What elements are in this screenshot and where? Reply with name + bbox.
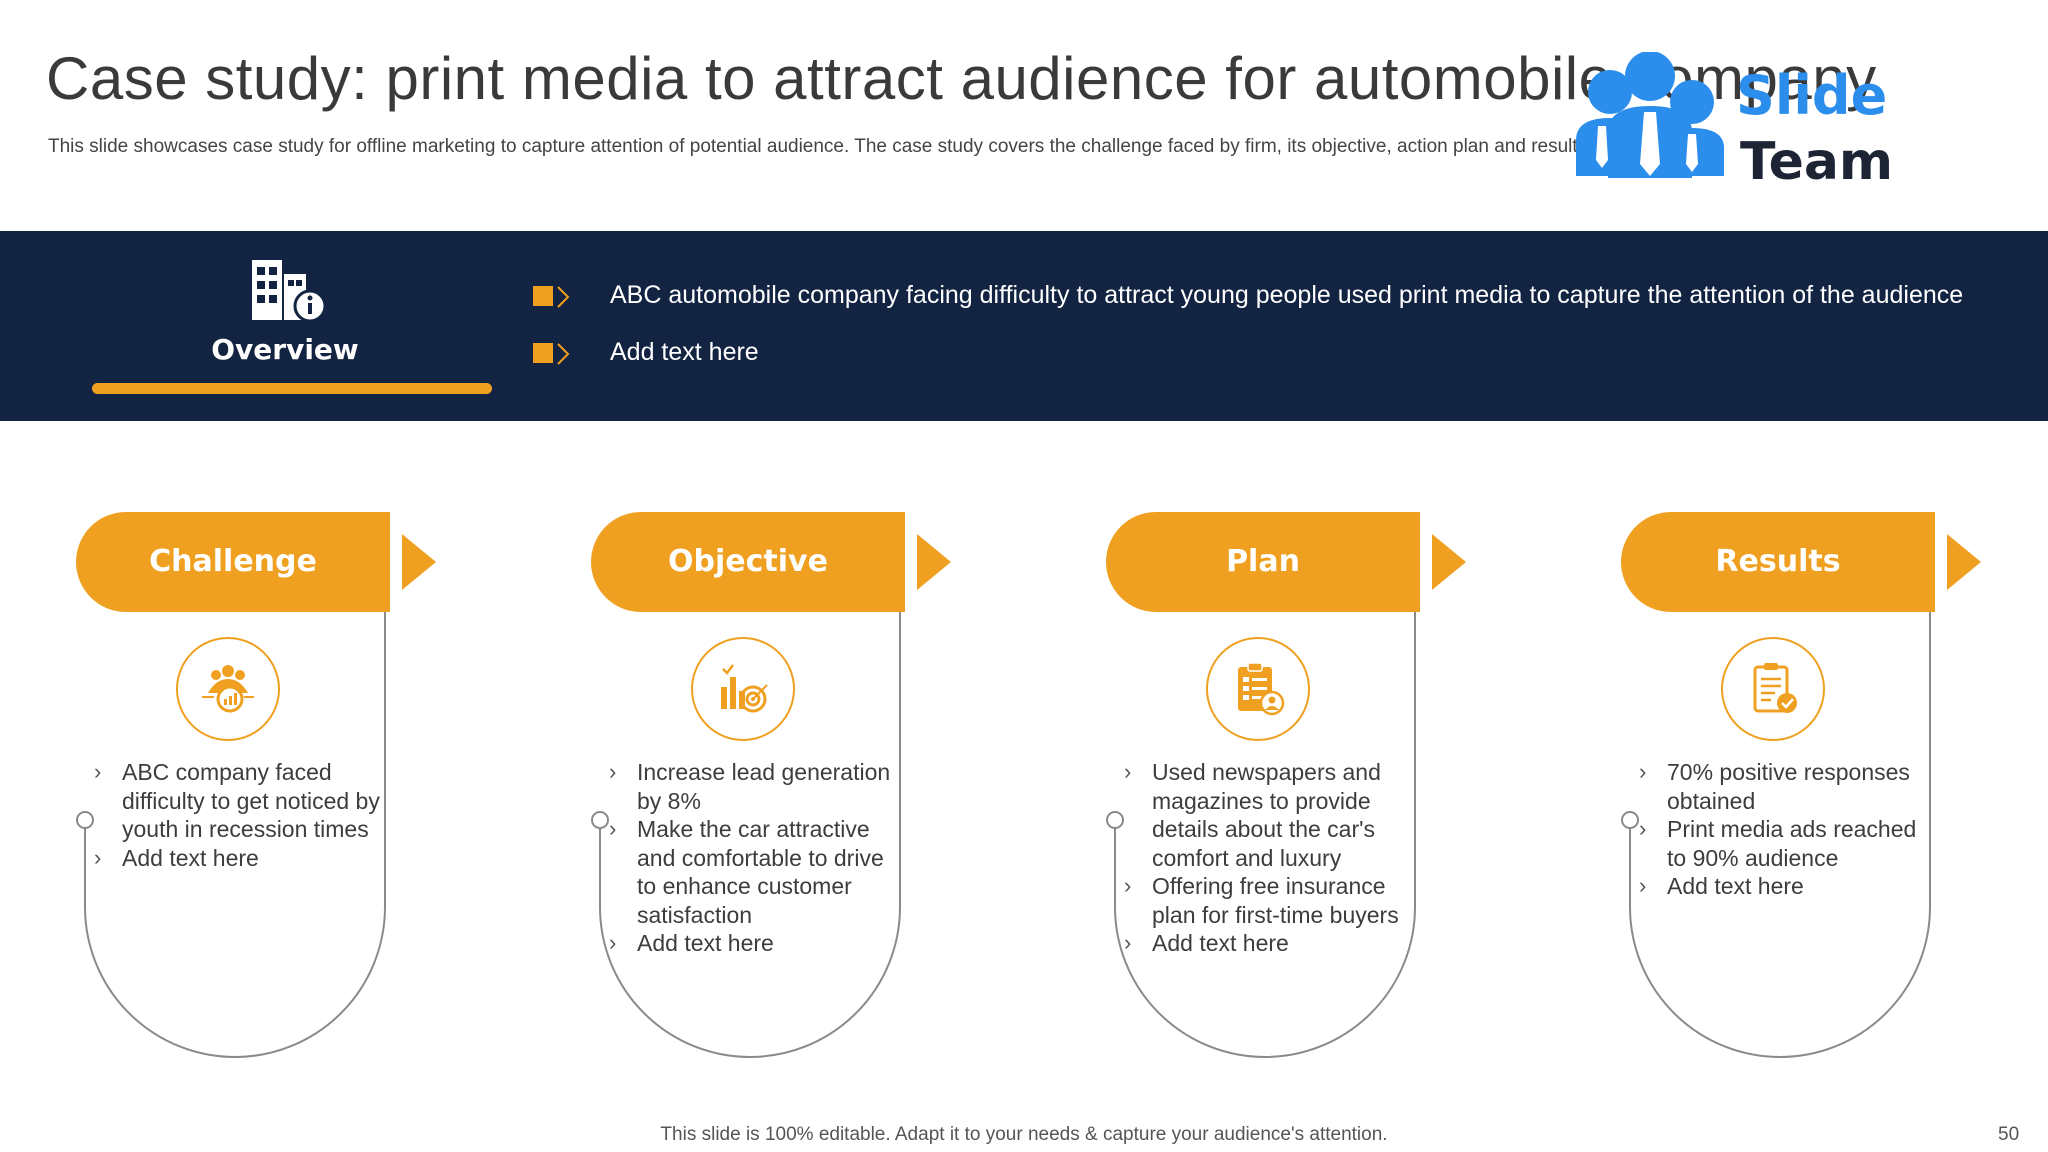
card-challenge: Challenge ABC company faced difficulty t… [64,512,436,1058]
card-icon-circle [691,637,795,741]
card-header: Plan [1106,512,1420,612]
card-bullet: 70% positive responses obtained [1634,758,1934,815]
card-bullet: Add text here [604,929,904,958]
clipboard-user-icon [1238,662,1285,716]
card-plan: Plan Used newspapers and magazines to pr… [1094,512,1466,1058]
card-title: Challenge [149,544,317,579]
card-bullet: Add text here [1634,872,1934,901]
page-number: 50 [1998,1124,2020,1145]
chart-target-icon [721,664,768,713]
bullet-square-icon [533,286,553,306]
card-bullet: Print media ads reached to 90% audience [1634,815,1934,872]
overview-bullet-text: Add text here [610,338,759,366]
card-header: Objective [591,512,905,612]
card-icon-circle [176,637,280,741]
slideteam-logo: Slide Team [1568,51,1898,192]
card-bullet: Make the car attractive and comfortable … [604,815,904,929]
overview-bullet: ABC automobile company facing difficulty… [530,281,2030,311]
card-bullet-text: Increase lead generation by 8% [637,759,891,814]
overview-bullet-text: ABC automobile company facing difficulty… [610,281,1964,309]
card-bullet: Offering free insurance plan for first-t… [1119,872,1419,929]
card-bullet: Add text here [1119,929,1419,958]
card-icon-circle [1721,637,1825,741]
card-title: Plan [1226,544,1300,579]
card-icon-circle [1206,637,1310,741]
people-logo-icon [1576,51,1724,178]
chevron-right-icon [557,343,570,365]
card-header: Results [1621,512,1935,612]
arrow-right-icon [917,534,951,590]
card-bullets: Increase lead generation by 8% Make the … [604,758,904,958]
team-growth-icon [202,665,254,713]
footer-note: This slide is 100% editable. Adapt it to… [660,1124,1388,1145]
overview-label: Overview [211,333,359,366]
card-title: Objective [668,544,828,579]
card-bullet: Increase lead generation by 8% [604,758,904,815]
logo-word-slide: Slide [1736,64,1888,127]
card-results: Results 70% positive responses obtained … [1609,512,1981,1058]
card-bullet: Add text here [89,844,389,873]
card-bullet: ABC company faced difficulty to get noti… [89,758,389,844]
overview-band: Overview ABC automobile company facing d… [0,231,2048,421]
card-bullets: Used newspapers and magazines to provide… [1119,758,1419,958]
arrow-right-icon [402,534,436,590]
chevron-right-icon [557,286,570,308]
bullet-square-icon [533,343,553,363]
card-bullet: Used newspapers and magazines to provide… [1119,758,1419,872]
report-check-icon [1753,663,1797,713]
card-bullets: 70% positive responses obtained Print me… [1634,758,1934,901]
overview-bullet: Add text here [530,338,2030,368]
building-info-icon [252,260,327,323]
arrow-right-icon [1432,534,1466,590]
slide-subtitle: This slide showcases case study for offl… [48,136,1588,157]
logo-word-team: Team [1740,132,1894,192]
arrow-right-icon [1947,534,1981,590]
card-header: Challenge [76,512,390,612]
card-title: Results [1715,544,1841,579]
card-objective: Objective Increase lead generation by 8%… [579,512,951,1058]
overview-underline [92,383,492,394]
card-bullets: ABC company faced difficulty to get noti… [89,758,389,872]
